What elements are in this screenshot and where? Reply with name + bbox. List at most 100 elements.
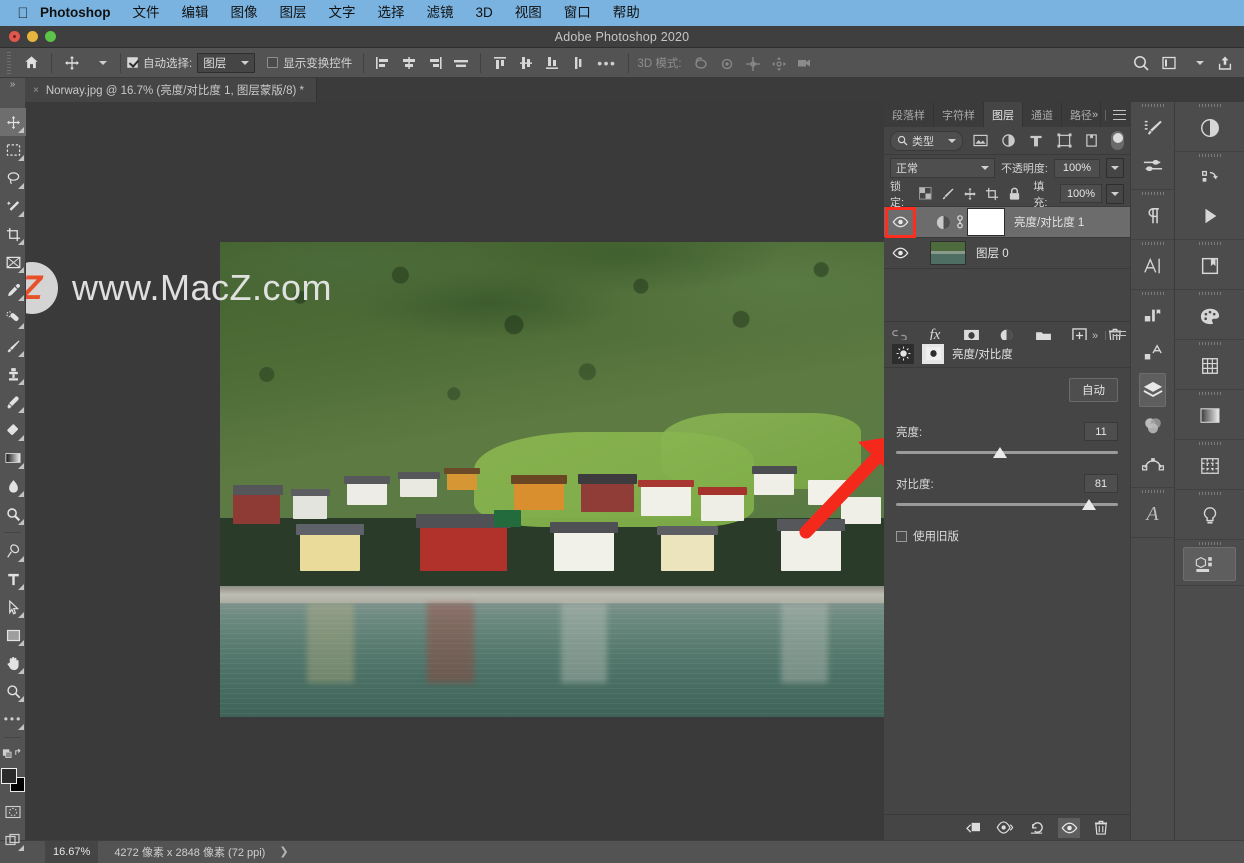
- menu-3d[interactable]: 3D: [465, 0, 504, 26]
- lasso-tool[interactable]: [0, 164, 26, 192]
- rail-grip[interactable]: [1131, 240, 1174, 247]
- rail-grip[interactable]: [1175, 340, 1244, 347]
- edit-toolbar-button[interactable]: •••: [0, 705, 26, 733]
- tabs-overflow-icon[interactable]: »: [1092, 109, 1098, 121]
- arrange-chevron-icon[interactable]: [1184, 51, 1210, 75]
- layer-visibility-toggle-layer-0[interactable]: [884, 238, 916, 269]
- rail-grip[interactable]: [1175, 102, 1244, 109]
- search-icon[interactable]: [1128, 51, 1154, 75]
- clone-stamp-tool[interactable]: [0, 360, 26, 388]
- opacity-value-field[interactable]: 100%: [1054, 158, 1100, 178]
- glyphs-icon[interactable]: [1131, 335, 1174, 373]
- canvas-area[interactable]: Z www.MacZ.com 点击图层面板中调整图层左侧的眼睛图标: [26, 102, 884, 840]
- swatches-icon[interactable]: [1175, 297, 1244, 335]
- fill-stepper[interactable]: [1105, 183, 1124, 204]
- layer-filter-type-dropdown[interactable]: 类型: [890, 130, 963, 151]
- menu-image[interactable]: 图像: [220, 0, 269, 26]
- menu-file[interactable]: 文件: [122, 0, 171, 26]
- tool-presets-icon[interactable]: [1131, 147, 1174, 185]
- close-icon[interactable]: ×: [33, 85, 39, 96]
- 3d-camera-icon[interactable]: [792, 51, 818, 75]
- path-selection-tool[interactable]: [0, 593, 26, 621]
- rail-grip[interactable]: [1175, 240, 1244, 247]
- tool-preset-chevron-icon[interactable]: [86, 51, 114, 75]
- clip-to-layer-icon[interactable]: [962, 818, 984, 838]
- learn-icon[interactable]: [1175, 497, 1244, 535]
- align-left-icon[interactable]: [370, 51, 396, 75]
- history-icon[interactable]: [1175, 159, 1244, 197]
- rail-grip[interactable]: [1131, 190, 1174, 197]
- menu-view[interactable]: 视图: [504, 0, 553, 26]
- screen-mode-button[interactable]: [0, 826, 26, 854]
- paths-icon[interactable]: [1131, 445, 1174, 483]
- move-tool[interactable]: [0, 108, 26, 136]
- rail-grip[interactable]: [1131, 488, 1174, 495]
- blur-tool[interactable]: [0, 472, 26, 500]
- paragraph-icon[interactable]: [1131, 197, 1174, 235]
- auto-select-scope-dropdown[interactable]: 图层: [197, 52, 256, 73]
- info-icon[interactable]: [1175, 347, 1244, 385]
- dodge-tool[interactable]: [0, 500, 26, 528]
- delete-adjustment-icon[interactable]: [1090, 818, 1112, 838]
- adjustment-filter-icon[interactable]: [997, 130, 1019, 152]
- distribute-vertical-icon[interactable]: [565, 51, 591, 75]
- options-bar-grip[interactable]: [4, 51, 14, 74]
- lock-artboard-icon[interactable]: [983, 184, 1001, 204]
- 3d-pan-icon[interactable]: [740, 51, 766, 75]
- 3d-rotate-icon[interactable]: [688, 51, 714, 75]
- status-bar-expand-icon[interactable]: ❯: [279, 845, 288, 858]
- contrast-slider-knob[interactable]: [1082, 499, 1097, 510]
- rail-grip[interactable]: [1131, 102, 1174, 109]
- align-center-horizontal-icon[interactable]: [396, 51, 422, 75]
- tab-paragraph-styles[interactable]: 段落样: [884, 102, 934, 127]
- layer-name-layer-0[interactable]: 图层 0: [976, 245, 1009, 261]
- layer-thumbnail-layer-0[interactable]: [930, 241, 966, 265]
- distribute-horizontal-icon[interactable]: [448, 51, 474, 75]
- adjustment-layer-thumbnail[interactable]: [932, 211, 954, 233]
- layers-icon[interactable]: [1139, 373, 1166, 407]
- move-tool-icon[interactable]: [58, 51, 86, 75]
- magic-wand-tool[interactable]: [0, 192, 26, 220]
- reset-icon[interactable]: [1026, 818, 1048, 838]
- 3d-icon[interactable]: [1183, 547, 1236, 581]
- align-right-icon[interactable]: [422, 51, 448, 75]
- align-bottom-icon[interactable]: [539, 51, 565, 75]
- brush-tool[interactable]: [0, 332, 26, 360]
- shape-filter-icon[interactable]: [1053, 130, 1075, 152]
- brightness-slider-knob[interactable]: [993, 447, 1008, 458]
- table-row[interactable]: 亮度/对比度 1: [884, 207, 1130, 238]
- rail-grip[interactable]: [1175, 540, 1244, 547]
- home-icon[interactable]: [17, 51, 45, 75]
- zoom-level-field[interactable]: 16.67%: [45, 840, 99, 863]
- align-center-vertical-icon[interactable]: [513, 51, 539, 75]
- marquee-tool[interactable]: [0, 136, 26, 164]
- layer-comps-icon[interactable]: [1131, 297, 1174, 335]
- view-previous-state-icon[interactable]: [994, 818, 1016, 838]
- lock-position-icon[interactable]: [961, 184, 979, 204]
- use-legacy-checkbox[interactable]: [896, 530, 907, 542]
- blend-mode-dropdown[interactable]: 正常: [890, 158, 995, 178]
- adjustments-icon[interactable]: [1175, 109, 1244, 147]
- quick-mask-swap-icons[interactable]: [0, 742, 26, 764]
- align-top-icon[interactable]: [487, 51, 513, 75]
- actions-icon[interactable]: [1175, 197, 1244, 235]
- brush-presets-icon[interactable]: [1131, 109, 1174, 147]
- lock-image-pixels-icon[interactable]: [939, 184, 957, 204]
- channels-icon[interactable]: [1131, 407, 1174, 445]
- share-icon[interactable]: [1212, 51, 1238, 75]
- rail-grip[interactable]: [1175, 290, 1244, 297]
- rail-grip[interactable]: [1131, 290, 1174, 297]
- pixel-filter-icon[interactable]: [969, 130, 991, 152]
- menu-photoshop[interactable]: Photoshop: [36, 0, 122, 26]
- libraries-icon[interactable]: [1175, 247, 1244, 285]
- menu-filter[interactable]: 滤镜: [416, 0, 465, 26]
- hand-tool[interactable]: [0, 649, 26, 677]
- tab-character-styles[interactable]: 字符样: [934, 102, 984, 127]
- document-tab-norway[interactable]: × Norway.jpg @ 16.7% (亮度/对比度 1, 图层蒙版/8) …: [25, 78, 317, 102]
- panel-menu-icon[interactable]: [1113, 109, 1126, 120]
- history-brush-tool[interactable]: [0, 388, 26, 416]
- contrast-value-field[interactable]: 81: [1084, 474, 1118, 493]
- zoom-tool[interactable]: [0, 677, 26, 705]
- styles-icon[interactable]: A: [1131, 495, 1174, 533]
- character-icon[interactable]: [1131, 247, 1174, 285]
